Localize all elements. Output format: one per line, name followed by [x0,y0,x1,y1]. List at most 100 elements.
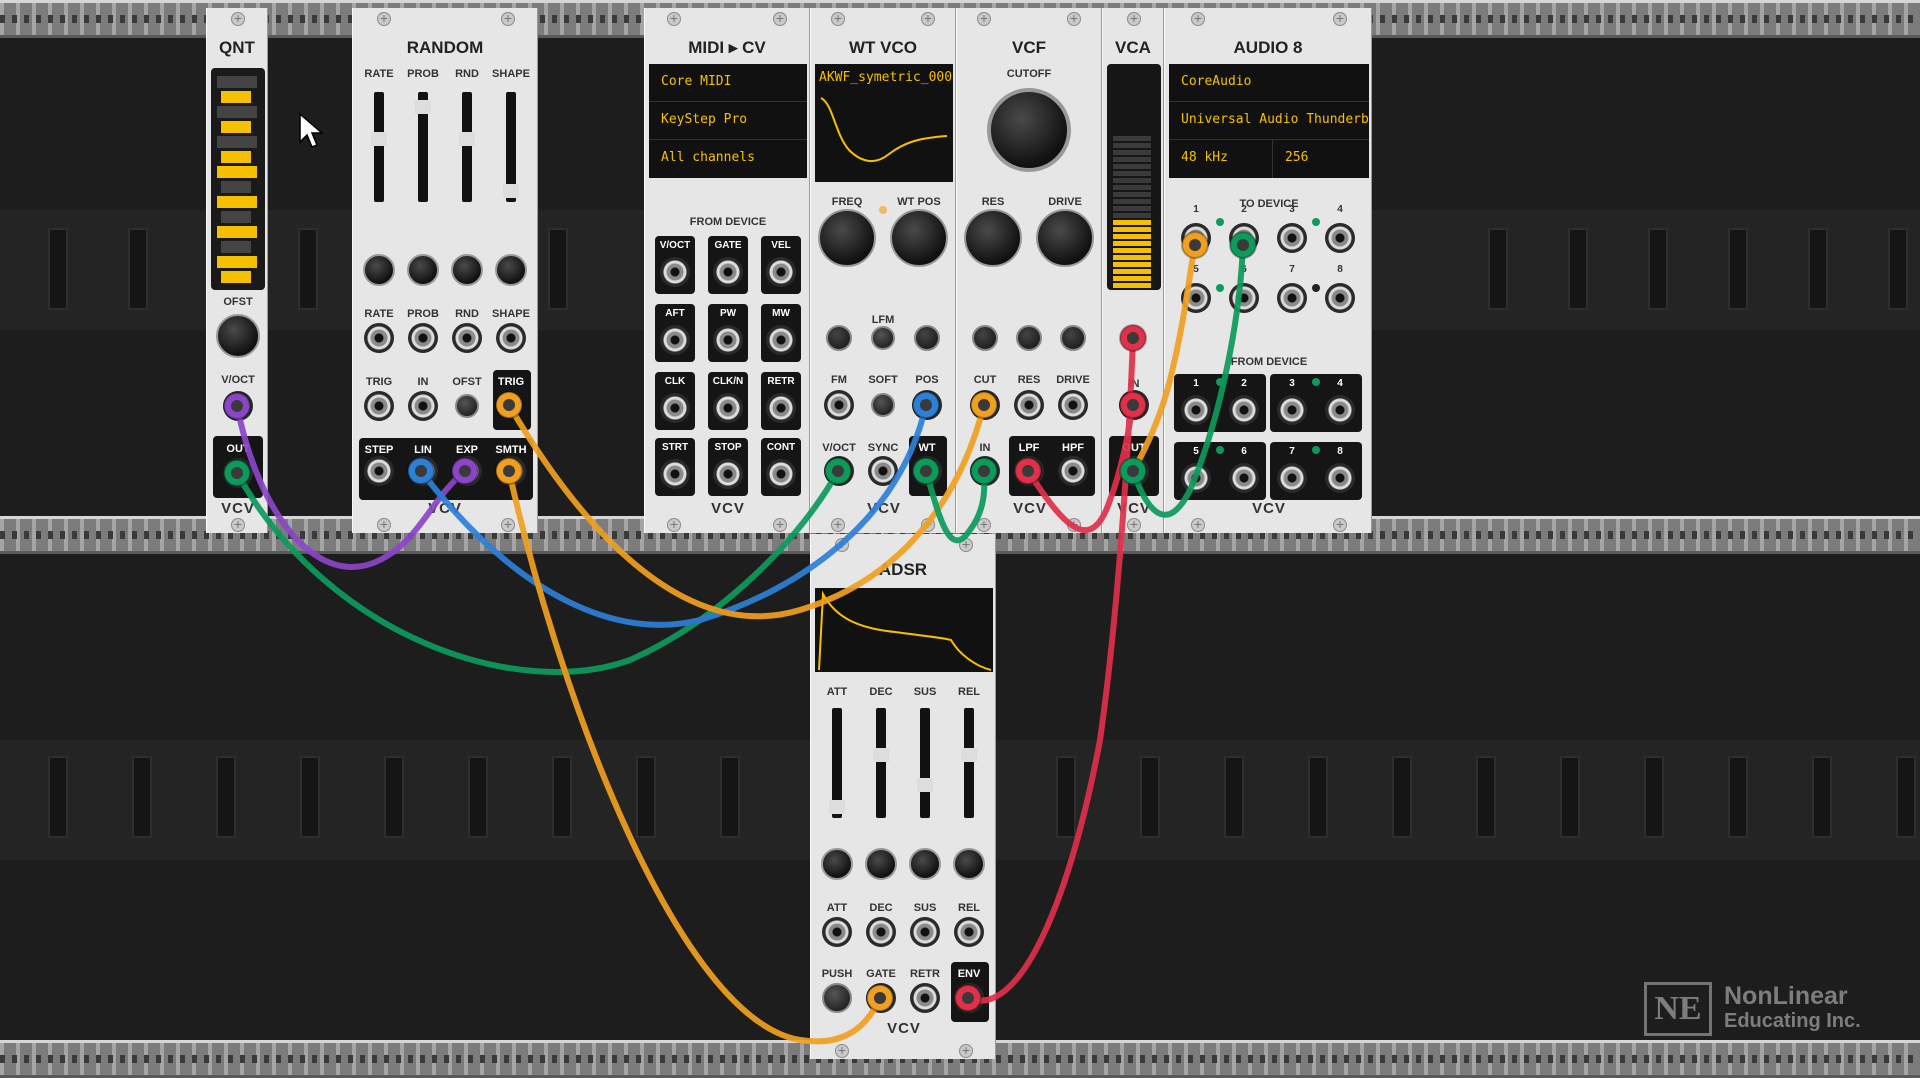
from-device-jack[interactable] [1229,463,1259,493]
to-device-jack[interactable] [1181,283,1211,313]
fm-input-jack[interactable] [824,390,854,420]
midi-output-jack[interactable] [766,393,796,423]
midi-cv-module[interactable]: MIDI ▸ CV Core MIDI KeyStep Pro All chan… [644,8,810,533]
env-output-jack[interactable] [954,983,984,1013]
att-cv-jack[interactable] [822,917,852,947]
soft-sync-toggle[interactable] [871,393,895,417]
from-device-jack[interactable] [1277,395,1307,425]
pos-input-jack[interactable] [912,390,942,420]
quantizer-note[interactable] [221,181,251,193]
offset-button[interactable] [455,394,479,418]
audio-device-select[interactable]: Universal Audio Thunderbolt [1169,102,1369,140]
decay-slider[interactable] [873,708,889,818]
adsr-module[interactable]: ADSR ATT DEC SUS REL ATT DEC SUS REL PUS… [810,534,996,1059]
exp-output-jack[interactable] [452,456,482,486]
quantizer-note[interactable] [221,151,251,163]
midi-output-jack[interactable] [766,459,796,489]
rel-cv-knob[interactable] [953,848,985,880]
vcf-module[interactable]: VCF CUTOFF RES DRIVE CUT RES DRIVE IN LP… [956,8,1102,533]
to-device-jack[interactable] [1229,223,1259,253]
res-cv-jack[interactable] [1014,390,1044,420]
drive-knob[interactable] [1036,209,1094,267]
quantizer-note[interactable] [221,91,251,103]
lin-output-jack[interactable] [408,456,438,486]
in-jack[interactable] [408,391,438,421]
trig-input-jack[interactable] [364,391,394,421]
quantizer-note[interactable] [221,271,251,283]
drive-cv-knob[interactable] [1060,325,1086,351]
prob-cv-jack[interactable] [408,323,438,353]
vca-input-jack[interactable] [1119,390,1149,420]
midi-output-jack[interactable] [766,325,796,355]
smth-output-jack[interactable] [496,456,526,486]
random-module[interactable]: RANDOM RATE PROB RND SHAPE RATE PROB RND… [352,8,538,533]
hpf-output-jack[interactable] [1058,456,1088,486]
quantizer-note[interactable] [217,196,257,208]
quantizer-note[interactable] [217,226,257,238]
attack-slider[interactable] [829,708,845,818]
wt-output-jack[interactable] [912,456,942,486]
midi-output-jack[interactable] [713,257,743,287]
prob-cv-knob[interactable] [407,254,439,286]
shape-cv-knob[interactable] [495,254,527,286]
level-slider[interactable] [1107,64,1161,290]
sus-cv-knob[interactable] [909,848,941,880]
att-cv-knob[interactable] [821,848,853,880]
block-size-select[interactable]: 256 [1273,140,1369,178]
step-output-jack[interactable] [364,456,394,486]
to-device-jack[interactable] [1325,283,1355,313]
qnt-module[interactable]: QNT OFST V/OCT OUT VCV [206,8,268,533]
midi-driver-select[interactable]: Core MIDI [649,64,807,102]
voct-input-jack[interactable] [223,391,253,421]
midi-device-select[interactable]: KeyStep Pro [649,102,807,140]
midi-output-jack[interactable] [660,325,690,355]
wavetable-display[interactable]: AKWF_symetric_0001 [815,64,953,182]
quantizer-keyboard[interactable] [211,68,265,290]
from-device-jack[interactable] [1181,463,1211,493]
gate-input-jack[interactable] [866,983,896,1013]
sus-cv-jack[interactable] [910,917,940,947]
shape-cv-jack[interactable] [496,323,526,353]
qnt-output-jack[interactable] [223,458,253,488]
from-device-jack[interactable] [1277,463,1307,493]
sync-input-jack[interactable] [868,456,898,486]
to-device-jack[interactable] [1325,223,1355,253]
to-device-jack[interactable] [1277,223,1307,253]
from-device-jack[interactable] [1325,463,1355,493]
to-device-jack[interactable] [1277,283,1307,313]
cutoff-cv-jack[interactable] [970,390,1000,420]
quantizer-note[interactable] [217,166,257,178]
rnd-slider[interactable] [459,92,475,202]
vca-output-jack[interactable] [1119,456,1149,486]
voct-input-jack[interactable] [824,456,854,486]
rate-cv-knob[interactable] [363,254,395,286]
quantizer-note[interactable] [221,121,251,133]
midi-output-jack[interactable] [713,393,743,423]
from-device-jack[interactable] [1325,395,1355,425]
cutoff-cv-knob[interactable] [972,325,998,351]
push-button[interactable] [822,983,852,1013]
frequency-knob[interactable] [818,209,876,267]
offset-knob[interactable] [216,314,260,358]
quantizer-note[interactable] [221,211,251,223]
sustain-slider[interactable] [917,708,933,818]
rate-slider[interactable] [371,92,387,202]
wt-position-knob[interactable] [890,209,948,267]
wt-vco-module[interactable]: WT VCO AKWF_symetric_0001 FREQ WT POS LF… [810,8,956,533]
rate-cv-jack[interactable] [364,323,394,353]
from-device-jack[interactable] [1181,395,1211,425]
midi-output-jack[interactable] [660,257,690,287]
rnd-cv-knob[interactable] [451,254,483,286]
lpf-output-jack[interactable] [1014,456,1044,486]
rnd-cv-jack[interactable] [452,323,482,353]
quantizer-note[interactable] [221,241,251,253]
midi-output-jack[interactable] [660,459,690,489]
prob-slider[interactable] [415,92,431,202]
quantizer-note[interactable] [217,76,257,88]
midi-output-jack[interactable] [713,325,743,355]
dec-cv-jack[interactable] [866,917,896,947]
to-device-jack[interactable] [1229,283,1259,313]
release-slider[interactable] [961,708,977,818]
to-device-jack[interactable] [1181,223,1211,253]
audio-driver-select[interactable]: CoreAudio [1169,64,1369,102]
